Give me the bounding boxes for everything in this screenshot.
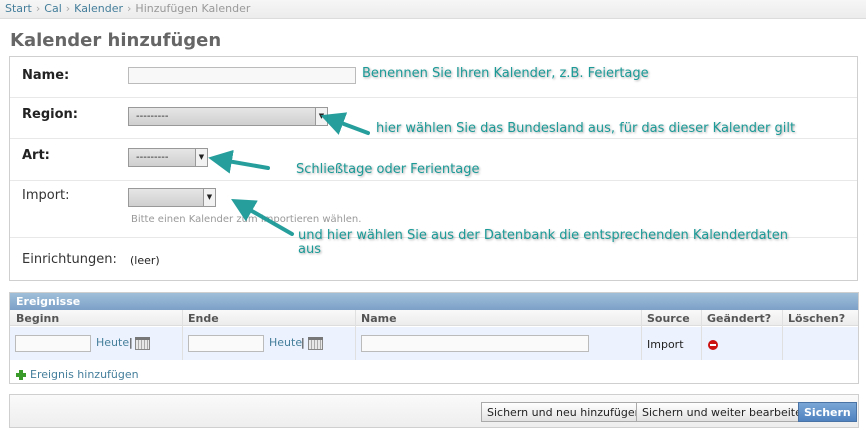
art-label: Art: <box>22 148 50 163</box>
einrichtungen-label: Einrichtungen: <box>22 252 117 267</box>
column-divider <box>355 310 356 360</box>
breadcrumb-current: Hinzufügen Kalender <box>135 2 251 15</box>
col-name: Name <box>361 312 397 325</box>
column-divider <box>782 310 783 360</box>
col-loeschen: Löschen? <box>788 312 846 325</box>
import-label: Import: <box>22 188 70 203</box>
submit-row: Sichern und neu hinzufügen Sichern und w… <box>9 394 859 428</box>
delete-icon <box>708 340 718 350</box>
save-button[interactable]: Sichern <box>798 402 857 422</box>
annotation-import-line2: aus <box>298 242 321 257</box>
art-select-value: --------- <box>136 152 169 163</box>
annotation-import-line1: und hier wählen Sie aus der Datenbank di… <box>298 228 788 243</box>
page-title: Kalender hinzufügen <box>10 30 222 51</box>
calendar-icon[interactable] <box>135 337 150 350</box>
form-row-einrichtungen: Einrichtungen: (leer) <box>10 238 857 281</box>
column-divider <box>182 310 183 360</box>
beginn-today-link[interactable]: Heute <box>96 336 129 349</box>
event-name-input[interactable] <box>361 335 589 352</box>
einrichtungen-value: (leer) <box>130 254 160 267</box>
col-beginn: Beginn <box>16 312 60 325</box>
annotation-art: Schließtage oder Ferientage <box>296 162 480 177</box>
chevron-down-icon: ▼ <box>315 108 327 125</box>
import-select[interactable]: ▼ <box>128 188 216 207</box>
region-label: Region: <box>22 107 78 122</box>
beginn-separator: | <box>129 336 133 349</box>
import-help-text: Bitte einen Kalender zum importieren wäh… <box>131 214 362 225</box>
table-row: Heute | Heute | Import <box>10 327 858 360</box>
calendar-icon[interactable] <box>308 337 323 350</box>
save-and-continue-button[interactable]: Sichern und weiter bearbeiten <box>636 402 815 422</box>
col-ende: Ende <box>188 312 219 325</box>
add-icon[interactable] <box>16 370 26 380</box>
art-select[interactable]: --------- ▼ <box>128 148 208 167</box>
events-inline: Ereignisse Beginn Ende Name Source Geänd… <box>9 292 859 384</box>
chevron-down-icon: ▼ <box>203 189 215 206</box>
breadcrumb-start[interactable]: Start <box>5 2 32 15</box>
events-inline-title: Ereignisse <box>10 293 858 310</box>
col-geaendert: Geändert? <box>707 312 772 325</box>
breadcrumb-kalender[interactable]: Kalender <box>74 2 123 15</box>
breadcrumb-separator: › <box>65 2 71 15</box>
beginn-date-input[interactable] <box>15 335 91 352</box>
name-label: Name: <box>22 68 70 83</box>
annotation-name: Benennen Sie Ihren Kalender, z.B. Feiert… <box>362 66 649 81</box>
chevron-down-icon: ▼ <box>195 149 207 166</box>
breadcrumb-cal[interactable]: Cal <box>44 2 61 15</box>
breadcrumb-separator: › <box>35 2 41 15</box>
add-event-link[interactable]: Ereignis hinzufügen <box>30 368 139 381</box>
breadcrumb: Start › Cal › Kalender › Hinzufügen Kalender <box>0 0 866 19</box>
region-select[interactable]: --------- ▼ <box>128 107 328 126</box>
save-and-add-another-button[interactable]: Sichern und neu hinzufügen <box>481 402 648 422</box>
ende-separator: | <box>301 336 305 349</box>
breadcrumb-separator: › <box>127 2 132 15</box>
col-source: Source <box>647 312 690 325</box>
name-input[interactable] <box>128 67 356 84</box>
ende-today-link[interactable]: Heute <box>269 336 302 349</box>
region-select-value: --------- <box>136 111 169 122</box>
events-table-header: Beginn Ende Name Source Geändert? Lösche… <box>10 310 858 326</box>
ende-date-input[interactable] <box>188 335 264 352</box>
column-divider <box>701 310 702 360</box>
source-value: Import <box>647 338 684 351</box>
column-divider <box>641 310 642 360</box>
annotation-region: hier wählen Sie das Bundesland aus, für … <box>376 121 796 136</box>
